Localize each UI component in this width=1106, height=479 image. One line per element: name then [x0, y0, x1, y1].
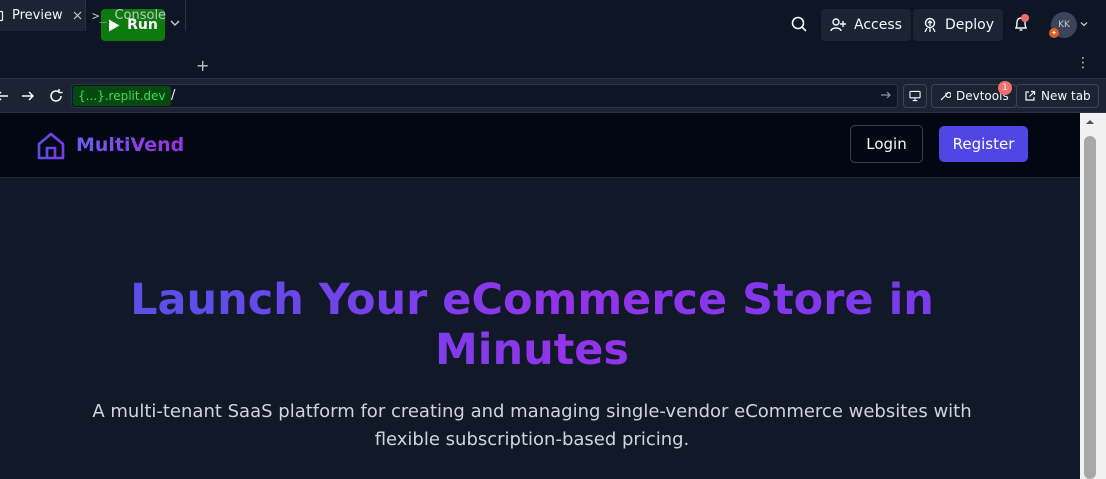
- chevron-down-icon[interactable]: [1079, 19, 1089, 29]
- deploy-button[interactable]: Deploy: [913, 9, 1004, 41]
- reload-icon[interactable]: [48, 88, 64, 104]
- deploy-icon: [924, 17, 936, 33]
- forward-arrow-icon[interactable]: [20, 88, 36, 104]
- new-tab-label: New tab: [1041, 89, 1091, 103]
- avatar-initials: KK: [1058, 20, 1070, 30]
- tab-console[interactable]: >_ Console: [86, 0, 186, 31]
- scroll-up-arrow-icon[interactable]: [1085, 117, 1095, 127]
- scrollbar-thumb[interactable]: [1084, 136, 1096, 479]
- home-icon[interactable]: [36, 131, 66, 161]
- site-navbar: MultiVend Login Register: [0, 113, 1080, 178]
- close-icon[interactable]: [73, 11, 82, 20]
- search-icon[interactable]: [789, 14, 809, 34]
- hero-title: Launch Your eCommerce Store in Minutes: [100, 275, 964, 375]
- external-link-icon: [1025, 90, 1036, 101]
- device-preview-button[interactable]: [903, 84, 927, 108]
- tab-preview[interactable]: Preview: [0, 0, 86, 31]
- tab-console-label: Console: [114, 8, 167, 23]
- deploy-label: Deploy: [945, 17, 995, 33]
- pane-tabbar: [0, 48, 1106, 79]
- register-button[interactable]: Register: [939, 126, 1028, 162]
- preview-icon: [0, 10, 4, 21]
- avatar-badge-icon: ✦: [1049, 28, 1059, 38]
- back-arrow-icon[interactable]: [0, 88, 10, 104]
- devtools-count-badge: 1: [998, 81, 1012, 95]
- access-button[interactable]: Access: [821, 9, 911, 41]
- new-tab-button[interactable]: New tab: [1016, 84, 1099, 108]
- preview-webpage: MultiVend Login Register Launch Your eCo…: [0, 113, 1080, 479]
- add-tab-button[interactable]: +: [196, 56, 209, 75]
- login-button[interactable]: Login: [850, 125, 923, 163]
- access-label: Access: [854, 17, 902, 33]
- terminal-icon: >_: [92, 8, 107, 23]
- site-brand[interactable]: MultiVend: [76, 134, 184, 156]
- monitor-icon: [909, 90, 921, 102]
- hero-subtitle: A multi-tenant SaaS platform for creatin…: [92, 401, 972, 450]
- go-arrow-icon[interactable]: [880, 89, 892, 101]
- notification-dot: [1021, 14, 1029, 22]
- tab-preview-label: Preview: [12, 8, 63, 23]
- wrench-icon: [940, 91, 951, 101]
- url-domain[interactable]: {...}.replit.dev: [73, 86, 171, 106]
- url-input[interactable]: [71, 84, 898, 108]
- url-path[interactable]: /: [171, 88, 175, 103]
- add-user-icon: [830, 18, 846, 32]
- more-options-icon[interactable]: ⋮: [1076, 55, 1090, 71]
